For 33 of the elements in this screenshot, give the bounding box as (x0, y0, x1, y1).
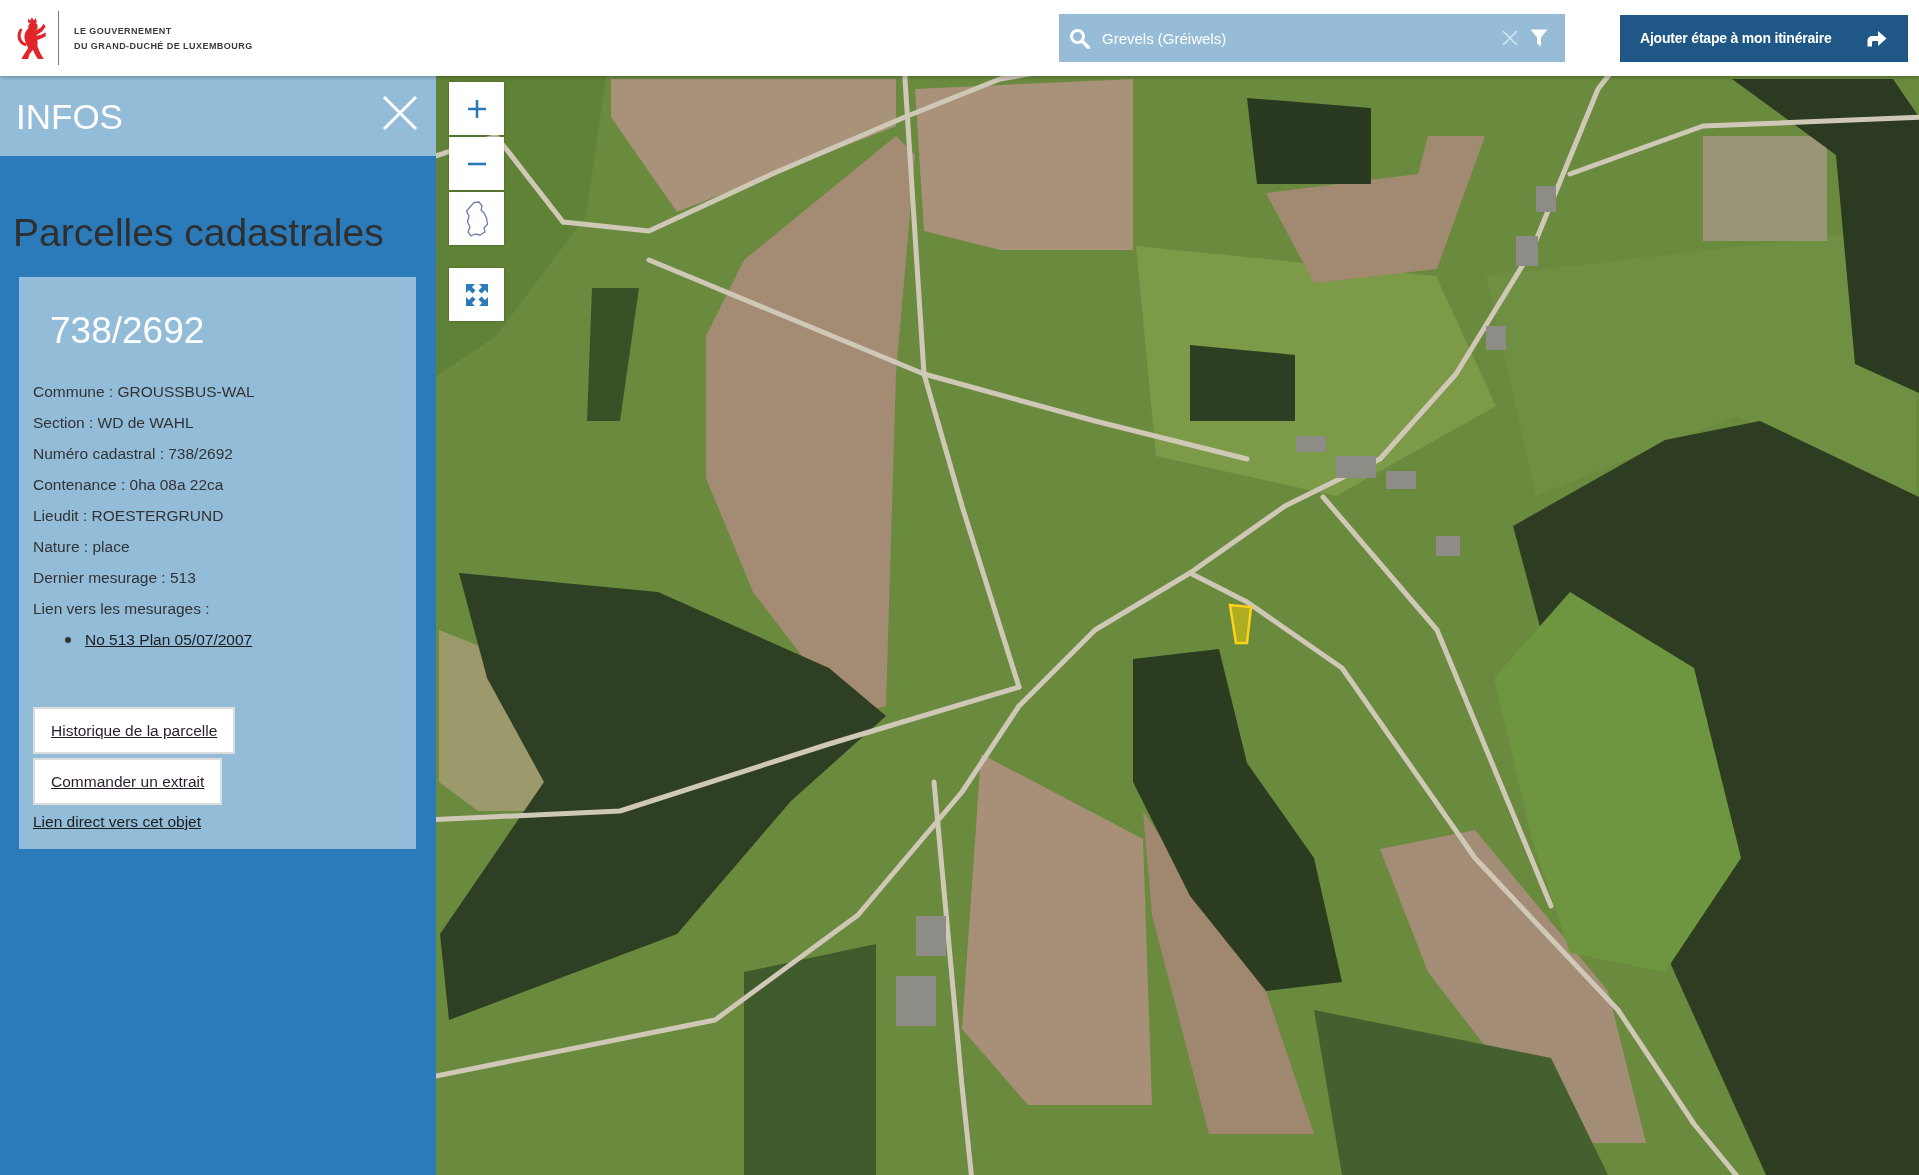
direct-link[interactable]: Lien direct vers cet objet (33, 811, 201, 833)
parcel-detail: Numéro cadastral : 738/2692 (33, 444, 233, 464)
parcel-detail: Contenance : 0ha 08a 22ca (33, 475, 224, 495)
parcel-highlight (1228, 603, 1253, 645)
parcel-detail: Lieudit : ROESTERGRUND (33, 506, 224, 526)
parcel-number: 738/2692 (50, 309, 205, 353)
parcel-detail: Section : WD de WAHL (33, 413, 194, 433)
parcel-detail: Lien vers les mesurages : (33, 599, 210, 619)
search-icon (1069, 27, 1090, 49)
panel-title: INFOS (16, 98, 123, 134)
close-button[interactable] (382, 95, 418, 131)
government-name: DU GRAND-DUCHÉ DE LUXEMBOURG (74, 40, 253, 51)
expand-icon (464, 282, 489, 307)
plus-icon (466, 98, 487, 119)
parcel-detail: Nature : place (33, 537, 130, 557)
add-route-step-button[interactable]: Ajouter étape à mon itinéraire (1620, 14, 1908, 62)
minus-icon (466, 161, 487, 166)
government-name: LE GOUVERNEMENT (74, 25, 172, 36)
filter-icon[interactable] (1530, 29, 1548, 47)
section-heading: Parcelles cadastrales (13, 210, 384, 255)
close-icon (382, 95, 418, 131)
bullet-icon (65, 636, 71, 643)
measurement-link[interactable]: No 513 Plan 05/07/2007 (85, 628, 253, 651)
parcel-detail: Commune : GROUSSBUS-WAL (33, 382, 255, 402)
fullscreen-button[interactable] (449, 268, 504, 321)
parcel-action-button[interactable]: Commander un extrait (33, 758, 223, 805)
country-view-button[interactable] (449, 192, 504, 245)
turn-arrow-icon (1866, 29, 1887, 47)
country-outline-icon (464, 200, 489, 237)
parcel-detail: Dernier mesurage : 513 (33, 568, 196, 588)
zoom-in-button[interactable] (449, 82, 504, 135)
clear-icon[interactable] (1502, 30, 1518, 46)
parcel-action-button[interactable]: Historique de la parcelle (33, 707, 236, 754)
